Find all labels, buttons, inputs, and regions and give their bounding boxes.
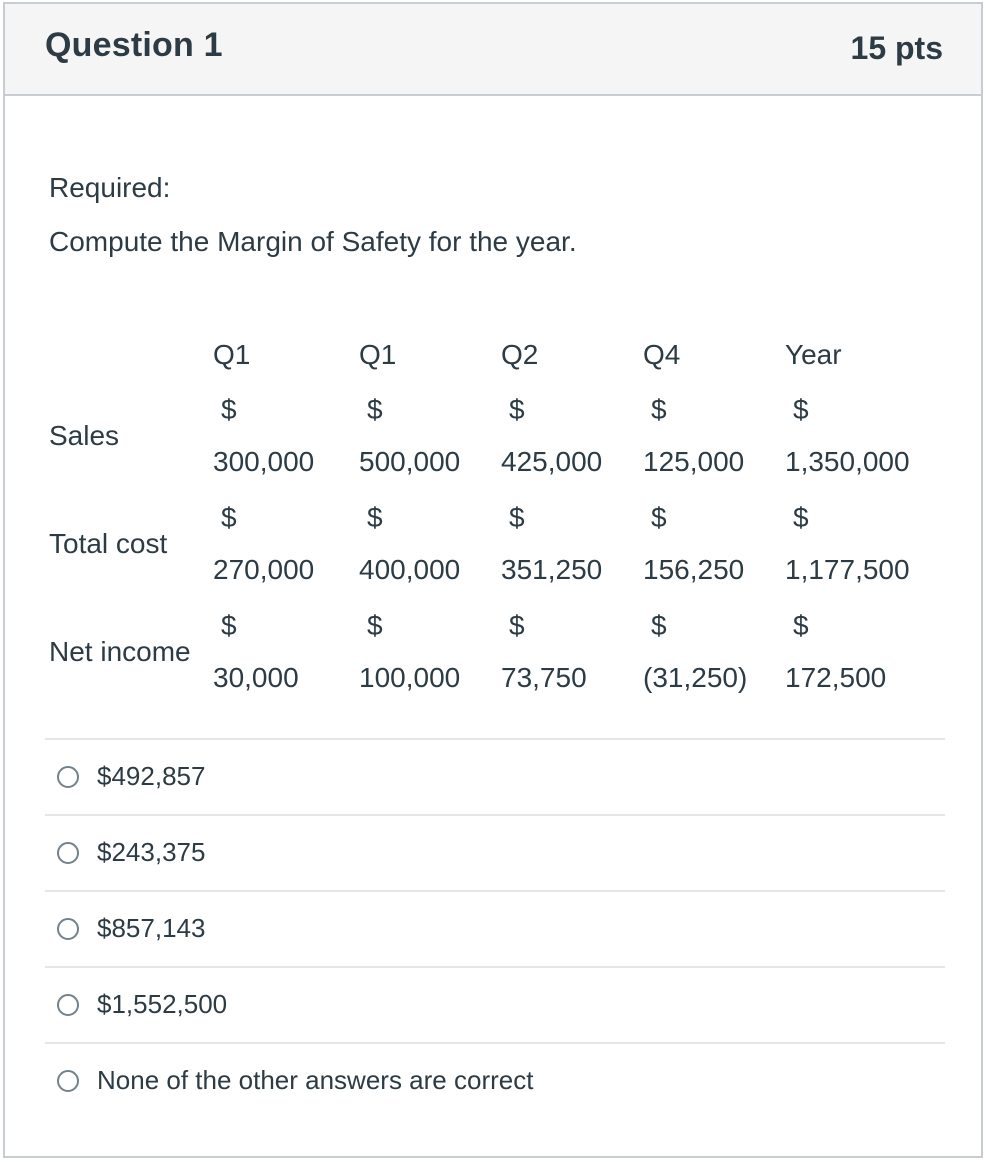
cell-value: 351,250 bbox=[501, 554, 603, 585]
cell-value: 73,750 bbox=[501, 662, 587, 693]
table-cell: $ (31,250) bbox=[643, 596, 785, 704]
cell-value: 1,177,500 bbox=[785, 554, 910, 585]
table-row-net-income: Net income $30,000 $100,000 $73,750 $ (31… bbox=[49, 596, 945, 704]
question-points: 15 pts bbox=[850, 30, 943, 66]
row-label: Sales bbox=[49, 420, 120, 451]
header-cell-q1-second: Q1 bbox=[359, 339, 397, 370]
currency-symbol: $ bbox=[651, 394, 667, 425]
header-cell-q4: Q4 bbox=[643, 339, 681, 370]
answer-label[interactable]: $243,375 bbox=[97, 834, 205, 870]
table-cell: $1,177,500 bbox=[785, 488, 945, 596]
table-cell: $1,350,000 bbox=[785, 380, 945, 488]
question-card: Question 1 15 pts Required: Compute the … bbox=[3, 2, 983, 1158]
radio-button[interactable] bbox=[57, 994, 79, 1016]
row-label: Net income bbox=[49, 636, 191, 667]
header-cell-year: Year bbox=[785, 339, 842, 370]
table-cell: $425,000 bbox=[501, 380, 643, 488]
question-title: Question 1 bbox=[45, 26, 223, 64]
table-cell: $100,000 bbox=[359, 596, 501, 704]
answer-label[interactable]: None of the other answers are correct bbox=[97, 1062, 533, 1098]
cell-value: (31,250) bbox=[643, 662, 748, 693]
answer-label[interactable]: $1,552,500 bbox=[97, 986, 227, 1022]
table-cell: $73,750 bbox=[501, 596, 643, 704]
cell-value: 1,350,000 bbox=[785, 446, 910, 477]
currency-symbol: $ bbox=[509, 502, 525, 533]
table-row-sales: Sales $300,000 $500,000 $425,000 $125,00… bbox=[49, 380, 945, 488]
header-cell-empty bbox=[49, 330, 213, 380]
table-header-row: Q1 Q1 Q2 Q4 Year bbox=[49, 330, 945, 380]
answer-option[interactable]: $857,143 bbox=[45, 890, 945, 966]
currency-symbol: $ bbox=[509, 610, 525, 641]
currency-symbol: $ bbox=[509, 394, 525, 425]
answer-option[interactable]: $492,857 bbox=[45, 738, 945, 814]
required-label: Required: bbox=[49, 172, 171, 203]
cell-value: 425,000 bbox=[501, 446, 603, 477]
table-cell: $351,250 bbox=[501, 488, 643, 596]
table-cell: $30,000 bbox=[213, 596, 359, 704]
answer-option[interactable]: $1,552,500 bbox=[45, 966, 945, 1042]
answer-option[interactable]: $243,375 bbox=[45, 814, 945, 890]
header-cell-q2: Q2 bbox=[501, 339, 539, 370]
cell-value: 156,250 bbox=[643, 554, 745, 585]
cell-value: 500,000 bbox=[359, 446, 461, 477]
currency-symbol: $ bbox=[367, 502, 383, 533]
answer-label[interactable]: $492,857 bbox=[97, 758, 205, 794]
currency-symbol: $ bbox=[367, 610, 383, 641]
cell-value: 300,000 bbox=[213, 446, 315, 477]
answer-option[interactable]: None of the other answers are correct bbox=[45, 1042, 945, 1118]
cell-value: 400,000 bbox=[359, 554, 461, 585]
currency-symbol: $ bbox=[793, 502, 809, 533]
currency-symbol: $ bbox=[221, 610, 237, 641]
cell-value: 100,000 bbox=[359, 662, 461, 693]
table-cell: $500,000 bbox=[359, 380, 501, 488]
header-cell-q1: Q1 bbox=[213, 339, 251, 370]
currency-symbol: $ bbox=[651, 502, 667, 533]
table-cell: $300,000 bbox=[213, 380, 359, 488]
cell-value: 270,000 bbox=[213, 554, 315, 585]
radio-button[interactable] bbox=[57, 842, 79, 864]
table-cell: $172,500 bbox=[785, 596, 945, 704]
question-prompt: Compute the Margin of Safety for the yea… bbox=[49, 226, 577, 257]
currency-symbol: $ bbox=[221, 394, 237, 425]
question-header: Question 1 15 pts bbox=[5, 4, 981, 96]
radio-button[interactable] bbox=[57, 766, 79, 788]
cell-value: 30,000 bbox=[213, 662, 299, 693]
currency-symbol: $ bbox=[793, 610, 809, 641]
currency-symbol: $ bbox=[221, 502, 237, 533]
radio-button[interactable] bbox=[57, 918, 79, 940]
cell-value: 125,000 bbox=[643, 446, 745, 477]
table-cell: $125,000 bbox=[643, 380, 785, 488]
row-label: Total cost bbox=[49, 528, 168, 559]
answer-label[interactable]: $857,143 bbox=[97, 910, 205, 946]
currency-symbol: $ bbox=[651, 610, 667, 641]
cell-value: 172,500 bbox=[785, 662, 887, 693]
financial-table: Q1 Q1 Q2 Q4 Year Sales $300,000 $500,000… bbox=[49, 330, 945, 704]
table-row-total-cost: Total cost $270,000 $400,000 $351,250 $1… bbox=[49, 488, 945, 596]
table-cell: $400,000 bbox=[359, 488, 501, 596]
answer-list: $492,857 $243,375 $857,143 $1,552,500 No… bbox=[45, 738, 945, 1118]
currency-symbol: $ bbox=[793, 394, 809, 425]
table-cell: $270,000 bbox=[213, 488, 359, 596]
radio-button[interactable] bbox=[57, 1070, 79, 1092]
currency-symbol: $ bbox=[367, 394, 383, 425]
table-cell: $156,250 bbox=[643, 488, 785, 596]
